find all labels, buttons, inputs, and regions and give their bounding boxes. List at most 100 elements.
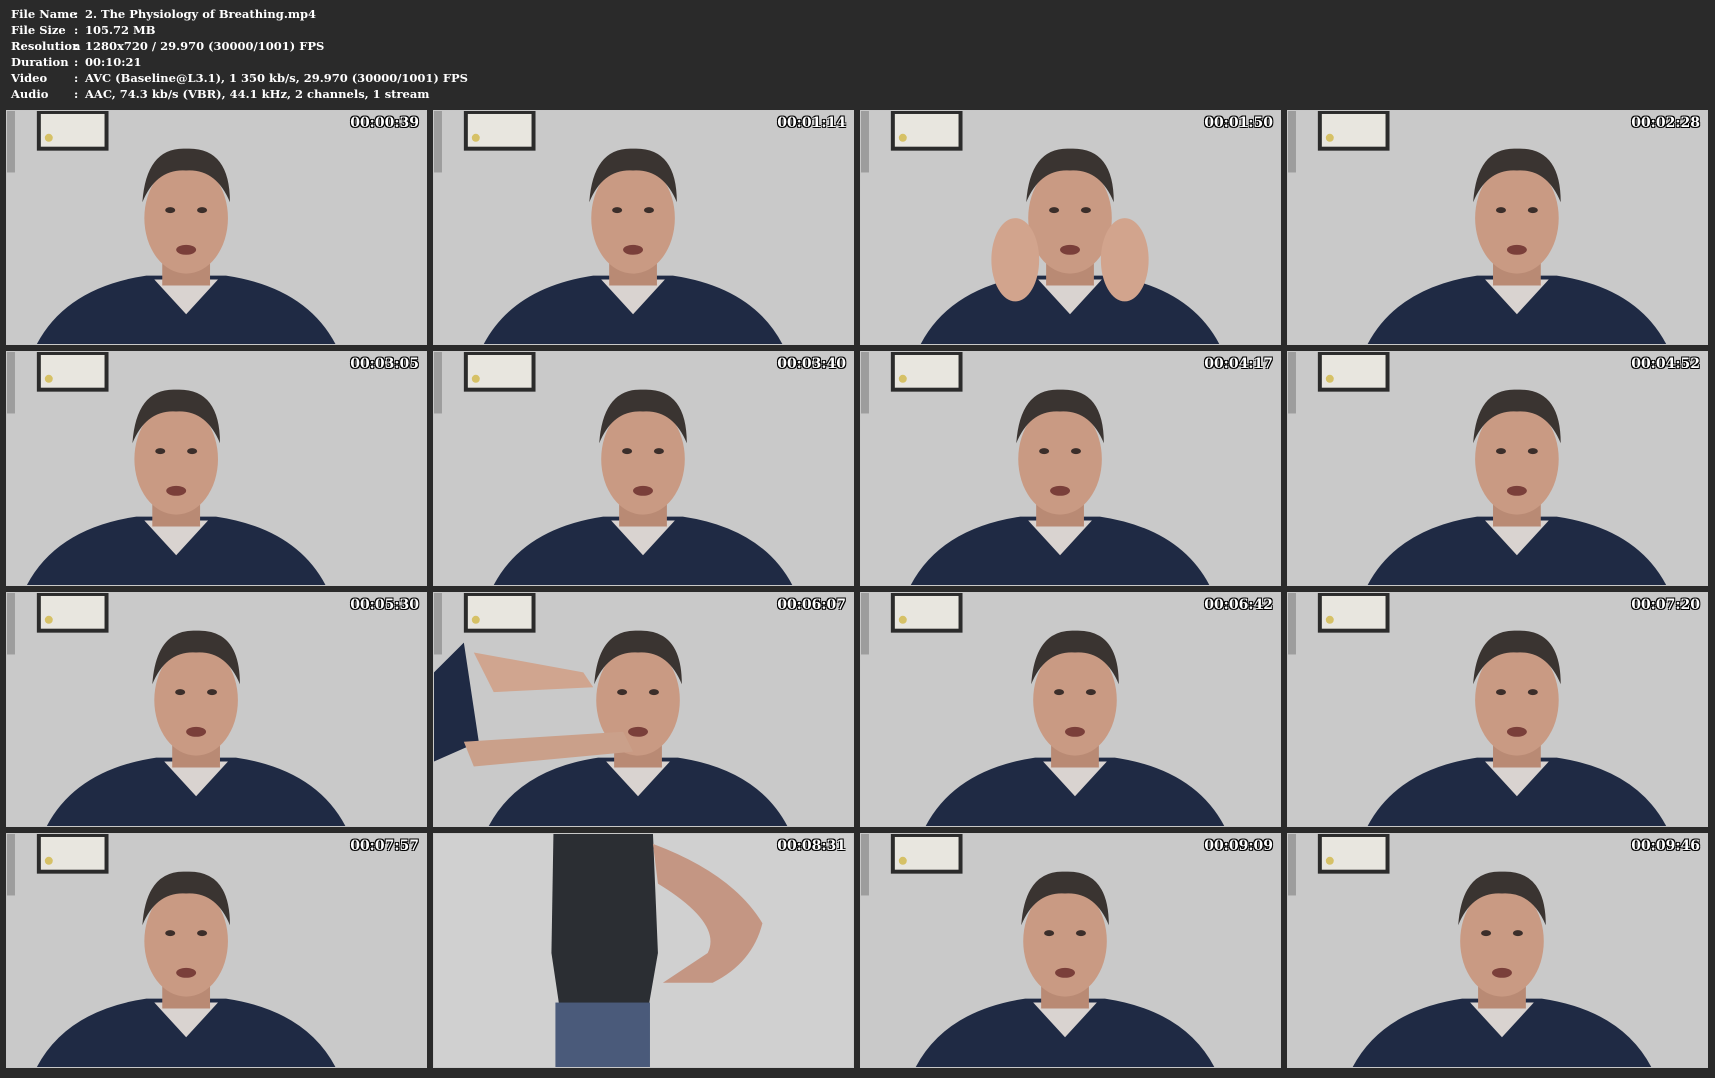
door-edge bbox=[1288, 834, 1296, 896]
info-row-file-size: File Size : 105.72 MB bbox=[11, 22, 711, 38]
certificate-seal bbox=[1325, 856, 1334, 865]
info-value: 00:10:21 bbox=[85, 55, 142, 69]
left-eye bbox=[165, 207, 176, 214]
mouth bbox=[623, 244, 644, 255]
video-thumbnail[interactable]: 00:07:57 bbox=[6, 833, 427, 1068]
thumbnail-timestamp: 00:07:57 bbox=[350, 838, 419, 854]
door-edge bbox=[434, 593, 442, 655]
thumbnail-frame-image bbox=[7, 352, 426, 585]
thumbnail-frame-image bbox=[434, 111, 853, 344]
right-eye bbox=[1075, 930, 1086, 937]
right-hand bbox=[1100, 218, 1149, 302]
right-eye bbox=[1080, 207, 1091, 214]
thumbnail-frame-image bbox=[434, 593, 853, 826]
left-eye bbox=[622, 448, 633, 455]
right-eye bbox=[653, 448, 664, 455]
mouth bbox=[1060, 244, 1080, 255]
mouth bbox=[1492, 967, 1512, 978]
info-row-file-name: File Name : 2. The Physiology of Breathi… bbox=[11, 6, 711, 22]
mouth bbox=[1506, 726, 1527, 737]
video-thumbnail[interactable]: 00:01:50 bbox=[860, 110, 1281, 345]
info-separator: : bbox=[74, 71, 79, 85]
thumbnail-timestamp: 00:07:20 bbox=[1631, 597, 1700, 613]
video-thumbnail[interactable]: 00:07:20 bbox=[1287, 592, 1708, 827]
video-thumbnail[interactable]: 00:06:42 bbox=[860, 592, 1281, 827]
certificate bbox=[467, 113, 532, 147]
certificate-seal bbox=[471, 615, 480, 624]
thumbnail-frame-image bbox=[7, 111, 426, 344]
certificate-seal bbox=[471, 374, 480, 383]
certificate-seal bbox=[44, 856, 53, 865]
certificate bbox=[40, 836, 105, 870]
info-separator: : bbox=[74, 55, 79, 69]
thumbnail-timestamp: 00:03:40 bbox=[777, 356, 846, 372]
door-edge bbox=[7, 593, 15, 655]
video-thumbnail[interactable]: 00:09:09 bbox=[860, 833, 1281, 1068]
thumbnail-timestamp: 00:04:52 bbox=[1631, 356, 1700, 372]
right-eye bbox=[197, 207, 208, 214]
video-thumbnail[interactable]: 00:08:31 bbox=[433, 833, 854, 1068]
certificate bbox=[1321, 836, 1386, 870]
info-value: 2. The Physiology of Breathing.mp4 bbox=[85, 7, 317, 21]
thumbnail-timestamp: 00:08:31 bbox=[777, 838, 846, 854]
video-thumbnail[interactable]: 00:03:05 bbox=[6, 351, 427, 586]
right-eye bbox=[1527, 448, 1538, 455]
certificate bbox=[40, 113, 105, 147]
left-eye bbox=[175, 689, 186, 696]
video-thumbnail[interactable]: 00:04:17 bbox=[860, 351, 1281, 586]
certificate bbox=[40, 595, 105, 629]
thumbnail-frame-image bbox=[861, 111, 1280, 344]
thumbnail-timestamp: 00:03:05 bbox=[350, 356, 419, 372]
thumbnail-frame-image bbox=[7, 593, 426, 826]
info-label: File Name bbox=[11, 7, 77, 21]
info-row-audio: Audio : AAC, 74.3 kb/s (VBR), 44.1 kHz, … bbox=[11, 86, 711, 102]
info-label: Video bbox=[11, 71, 48, 85]
mouth bbox=[176, 967, 197, 978]
thumbnail-frame-image bbox=[1288, 352, 1707, 585]
certificate-seal bbox=[44, 615, 53, 624]
video-thumbnail[interactable]: 00:00:39 bbox=[6, 110, 427, 345]
video-thumbnail[interactable]: 00:02:28 bbox=[1287, 110, 1708, 345]
certificate bbox=[1321, 595, 1386, 629]
info-separator: : bbox=[74, 87, 79, 101]
left-eye bbox=[1496, 448, 1506, 455]
thumbnail-frame-image bbox=[861, 593, 1280, 826]
info-separator: : bbox=[74, 23, 79, 37]
certificate-seal bbox=[898, 856, 907, 865]
door-edge bbox=[7, 834, 15, 896]
right-eye bbox=[1085, 689, 1096, 696]
info-label: Resolution bbox=[11, 39, 81, 53]
door-edge bbox=[1288, 593, 1296, 655]
mouth bbox=[1506, 485, 1527, 496]
door-edge bbox=[434, 111, 442, 173]
right-eye bbox=[1527, 689, 1538, 696]
door-edge bbox=[861, 352, 869, 414]
video-thumbnail[interactable]: 00:03:40 bbox=[433, 351, 854, 586]
right-eye bbox=[207, 689, 217, 696]
thumbnail-timestamp: 00:04:17 bbox=[1204, 356, 1273, 372]
video-thumbnail[interactable]: 00:09:46 bbox=[1287, 833, 1708, 1068]
certificate-seal bbox=[898, 374, 907, 383]
left-eye bbox=[617, 689, 628, 696]
video-thumbnail[interactable]: 00:01:14 bbox=[433, 110, 854, 345]
left-eye bbox=[1481, 930, 1492, 937]
right-eye bbox=[1512, 930, 1523, 937]
info-label: Audio bbox=[11, 87, 49, 101]
certificate bbox=[40, 354, 105, 388]
jeans bbox=[555, 1002, 650, 1067]
thumbnail-frame-image bbox=[7, 834, 426, 1067]
thumbnail-frame-image bbox=[1288, 111, 1707, 344]
certificate-seal bbox=[44, 374, 53, 383]
mouth bbox=[1506, 244, 1527, 255]
thumbnail-timestamp: 00:06:07 bbox=[777, 597, 846, 613]
door-edge bbox=[7, 111, 15, 173]
video-thumbnail[interactable]: 00:04:52 bbox=[1287, 351, 1708, 586]
left-eye bbox=[165, 930, 176, 937]
certificate-seal bbox=[898, 133, 907, 142]
left-eye bbox=[1496, 207, 1506, 214]
video-thumbnail[interactable]: 00:06:07 bbox=[433, 592, 854, 827]
left-eye bbox=[1496, 689, 1506, 696]
left-eye bbox=[1044, 930, 1055, 937]
video-thumbnail[interactable]: 00:05:30 bbox=[6, 592, 427, 827]
certificate-seal bbox=[44, 133, 53, 142]
